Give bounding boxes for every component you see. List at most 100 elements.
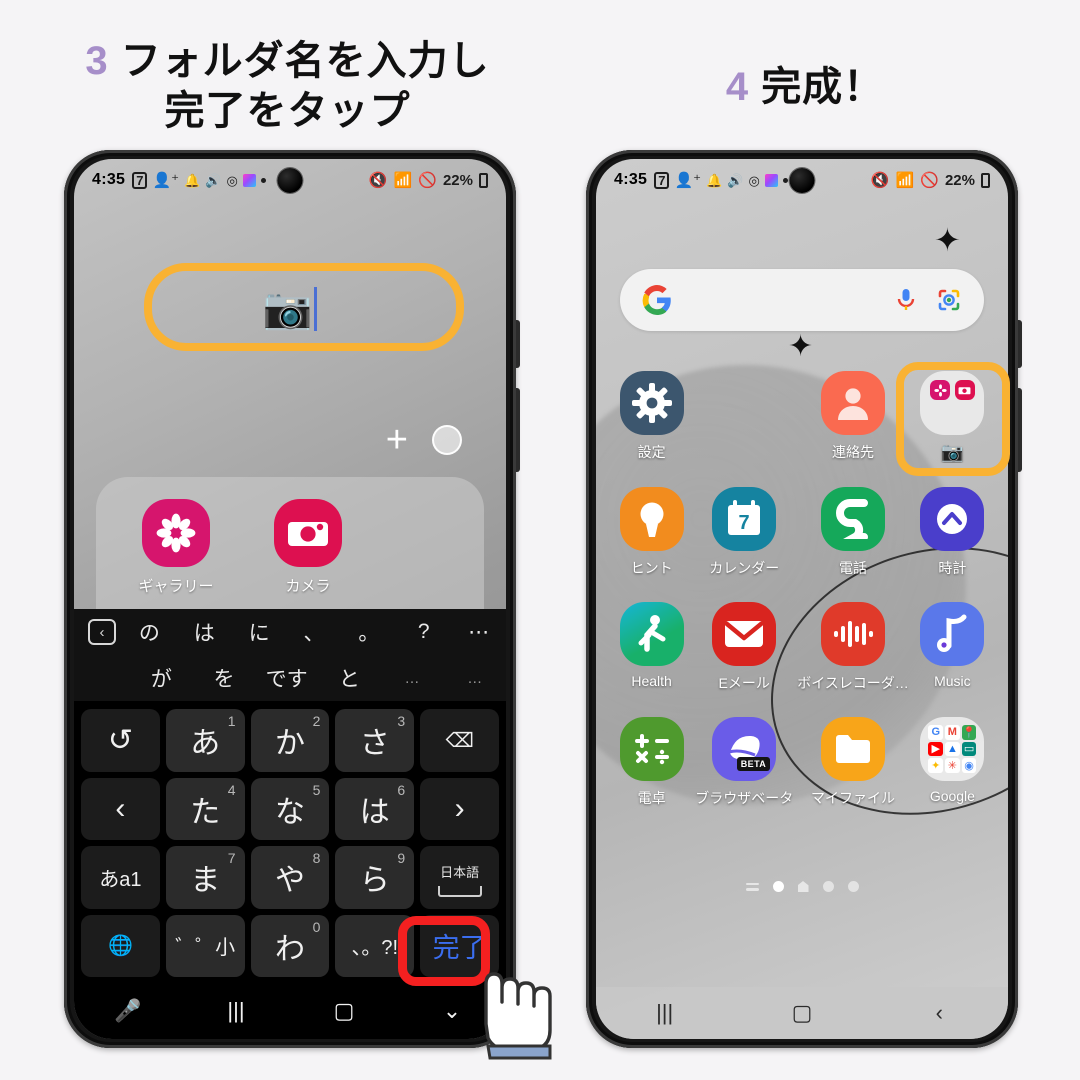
app-contacts[interactable]: 連絡先 [795, 371, 911, 463]
key-ha[interactable]: 6は [335, 777, 415, 840]
app-label: Eメール [718, 675, 770, 691]
power-button[interactable] [516, 320, 520, 368]
calculator-icon [619, 717, 684, 781]
dot-icon [782, 177, 788, 183]
backspace-key[interactable]: ⌫ [420, 709, 499, 772]
suggestion-item[interactable]: … [381, 670, 444, 687]
key-na[interactable]: 5な [250, 777, 330, 840]
suggestion-item[interactable]: です [255, 663, 318, 693]
suggestion-item[interactable]: 、 [287, 617, 342, 647]
folder-app-gallery[interactable]: ギャラリー [128, 499, 224, 625]
app-tips[interactable]: ヒント [610, 487, 693, 578]
globe-key[interactable]: 🌐 [81, 914, 160, 977]
spacebar-bracket-icon [437, 885, 482, 897]
suggestion-item[interactable]: に [232, 617, 287, 647]
page-dot[interactable] [822, 881, 834, 892]
app-voice-recorder[interactable]: ボイスレコーダ… [795, 602, 911, 693]
key-ma[interactable]: 7ま [165, 846, 245, 909]
key-ka[interactable]: 2か [250, 709, 330, 772]
folder-app-label: ギャラリー [138, 578, 214, 595]
suggestion-item[interactable]: ? [396, 620, 451, 644]
key-ya[interactable]: 8や [250, 846, 330, 909]
volume-icon: 🔊 [205, 172, 222, 188]
volume-icon: 🔊 [727, 172, 744, 188]
key-ta[interactable]: 4た [165, 777, 245, 840]
recents-icon[interactable]: ||| [182, 998, 290, 1024]
battery-icon [479, 172, 488, 188]
key-sa[interactable]: 3さ [335, 709, 415, 772]
folder-mini-gallery-icon [930, 380, 951, 400]
app-calculator[interactable]: 電卓 [610, 717, 693, 808]
suggestion-item[interactable]: の [122, 617, 177, 647]
home-page-icon[interactable] [797, 881, 809, 892]
phone-screen-right: ✦ ✦ 4:35 7 👤⁺ 🔔 🔊 ◎ 🔇 📶 🚫 22% 設定 連絡先 📷 ヒ… [596, 159, 1008, 1039]
suggestion-row-1: ‹ の は に 、 。 ? ⋯ [74, 609, 506, 655]
suggestion-item[interactable]: は [177, 617, 232, 647]
key-wa[interactable]: 0わ [250, 914, 330, 977]
suggestion-item[interactable]: が [130, 663, 193, 693]
volume-button[interactable] [516, 388, 520, 472]
folder-name-value: 📷 [262, 287, 313, 331]
app-my-files[interactable]: マイファイル [795, 717, 911, 808]
dot-icon [260, 177, 266, 183]
dakuten-key[interactable]: ゛゜小 [165, 914, 245, 977]
app-calendar[interactable]: 7 カレンダー [693, 487, 795, 578]
input-mode-key[interactable]: あa1 [81, 846, 160, 909]
suggestion-item[interactable]: と [318, 663, 381, 693]
add-app-button[interactable]: + [386, 421, 408, 459]
app-google-folder[interactable]: G M 📍 ▶ ▲ ▭ ✦ ✳ ◉ Google [911, 717, 994, 808]
app-music[interactable]: Music [911, 602, 994, 693]
text-caret [314, 287, 318, 331]
punctuation-key[interactable]: 、。?! [335, 914, 415, 977]
page-dot[interactable] [847, 881, 859, 892]
folder-name-input[interactable]: 📷 [74, 281, 506, 337]
app-phone[interactable]: 電話 [795, 487, 911, 578]
back-icon[interactable]: ‹ [871, 1000, 1008, 1026]
suggestion-item[interactable]: 。 [341, 617, 396, 647]
app-email[interactable]: Eメール [693, 602, 795, 693]
phone-icon [821, 487, 885, 551]
home-icon[interactable]: ▢ [733, 1000, 870, 1026]
undo-key[interactable]: ↺ [81, 709, 160, 772]
meet-mini-icon: ▭ [961, 741, 977, 757]
volume-button[interactable] [1018, 388, 1022, 472]
space-key[interactable]: 日本語 [420, 846, 499, 909]
suggestion-item[interactable]: を [193, 663, 256, 693]
person-glyph [838, 388, 868, 420]
bulb-glyph [640, 502, 664, 537]
cursor-right-key[interactable]: › [420, 777, 499, 840]
app-label: ヒント [630, 560, 673, 576]
suggestion-more-icon[interactable]: ⋯ [451, 620, 506, 645]
app-folder-camera[interactable]: 📷 [911, 371, 994, 463]
app-health[interactable]: Health [610, 602, 693, 693]
svg-text:7: 7 [739, 512, 750, 534]
lens-icon[interactable] [936, 287, 962, 313]
app-settings[interactable]: 設定 [610, 371, 693, 463]
power-button[interactable] [1018, 320, 1022, 368]
google-folder-icon: G M 📍 ▶ ▲ ▭ ✦ ✳ ◉ [920, 717, 985, 781]
hand-cursor [484, 972, 552, 1060]
operators-glyph [634, 734, 669, 765]
key-a[interactable]: 1あ [165, 709, 245, 772]
app-browser-beta[interactable]: BETA ブラウザベータ [693, 717, 795, 808]
page-dot-active[interactable] [772, 881, 784, 892]
app-clock[interactable]: 時計 [911, 487, 994, 578]
suggestion-item[interactable]: … [443, 670, 506, 687]
suggestion-collapse-icon[interactable]: ‹ [88, 619, 116, 645]
home-icon[interactable]: ▢ [290, 998, 398, 1024]
bell-icon: 🔔 [184, 172, 201, 188]
widgets-icon[interactable] [745, 881, 759, 892]
key-ra[interactable]: 9ら [335, 846, 415, 909]
mic-icon[interactable]: 🎤 [74, 998, 182, 1024]
folder-toolbar: + [386, 421, 462, 459]
cursor-left-key[interactable]: ‹ [81, 777, 160, 840]
calendar-icon: 7 [712, 487, 777, 551]
folder-color-button[interactable] [432, 425, 462, 455]
google-search-bar[interactable] [620, 269, 984, 331]
step-4-number: 4 [725, 65, 750, 109]
mic-icon[interactable] [894, 287, 918, 313]
folder-app-camera[interactable]: カメラ [260, 499, 356, 625]
recents-icon[interactable]: ||| [596, 1000, 733, 1026]
gallery-icon [242, 173, 256, 187]
